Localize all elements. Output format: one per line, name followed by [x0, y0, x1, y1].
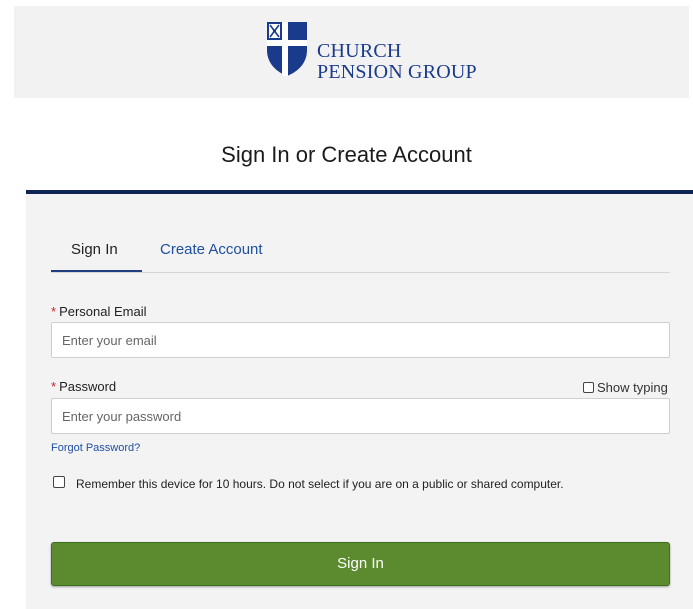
tab-create-account[interactable]: Create Account [160, 241, 263, 258]
password-field[interactable] [51, 398, 670, 434]
email-field[interactable] [51, 322, 670, 358]
required-marker: * [51, 304, 57, 319]
church-pension-group-logo[interactable]: CHURCH PENSION GROUP [265, 20, 505, 84]
remember-device-label: Remember this device for 10 hours. Do no… [76, 477, 564, 491]
auth-tabs: Sign In Create Account [51, 230, 670, 273]
logo-line-2: PENSION GROUP [317, 61, 477, 83]
page-title: Sign In or Create Account [221, 142, 472, 167]
site-header: CHURCH PENSION GROUP [14, 6, 689, 98]
password-label-text: Password [59, 379, 117, 394]
email-label-text: Personal Email [59, 304, 147, 319]
show-typing-toggle[interactable]: Show typing [583, 380, 668, 395]
forgot-password-link[interactable]: Forgot Password? [51, 442, 140, 454]
sign-in-button[interactable]: Sign In [51, 542, 670, 586]
required-marker: * [51, 379, 57, 394]
show-typing-checkbox[interactable] [583, 382, 594, 393]
email-label: * Personal Email [51, 304, 147, 319]
active-tab-indicator [51, 270, 142, 272]
logo-line-1: CHURCH [317, 40, 402, 62]
logo-wordmark: CHURCH PENSION GROUP [317, 41, 477, 83]
password-label: * Password [51, 379, 116, 394]
tab-sign-in[interactable]: Sign In [71, 241, 118, 258]
shield-cross-icon [267, 22, 307, 76]
remember-device-checkbox[interactable] [53, 476, 65, 488]
show-typing-label: Show typing [597, 380, 668, 395]
